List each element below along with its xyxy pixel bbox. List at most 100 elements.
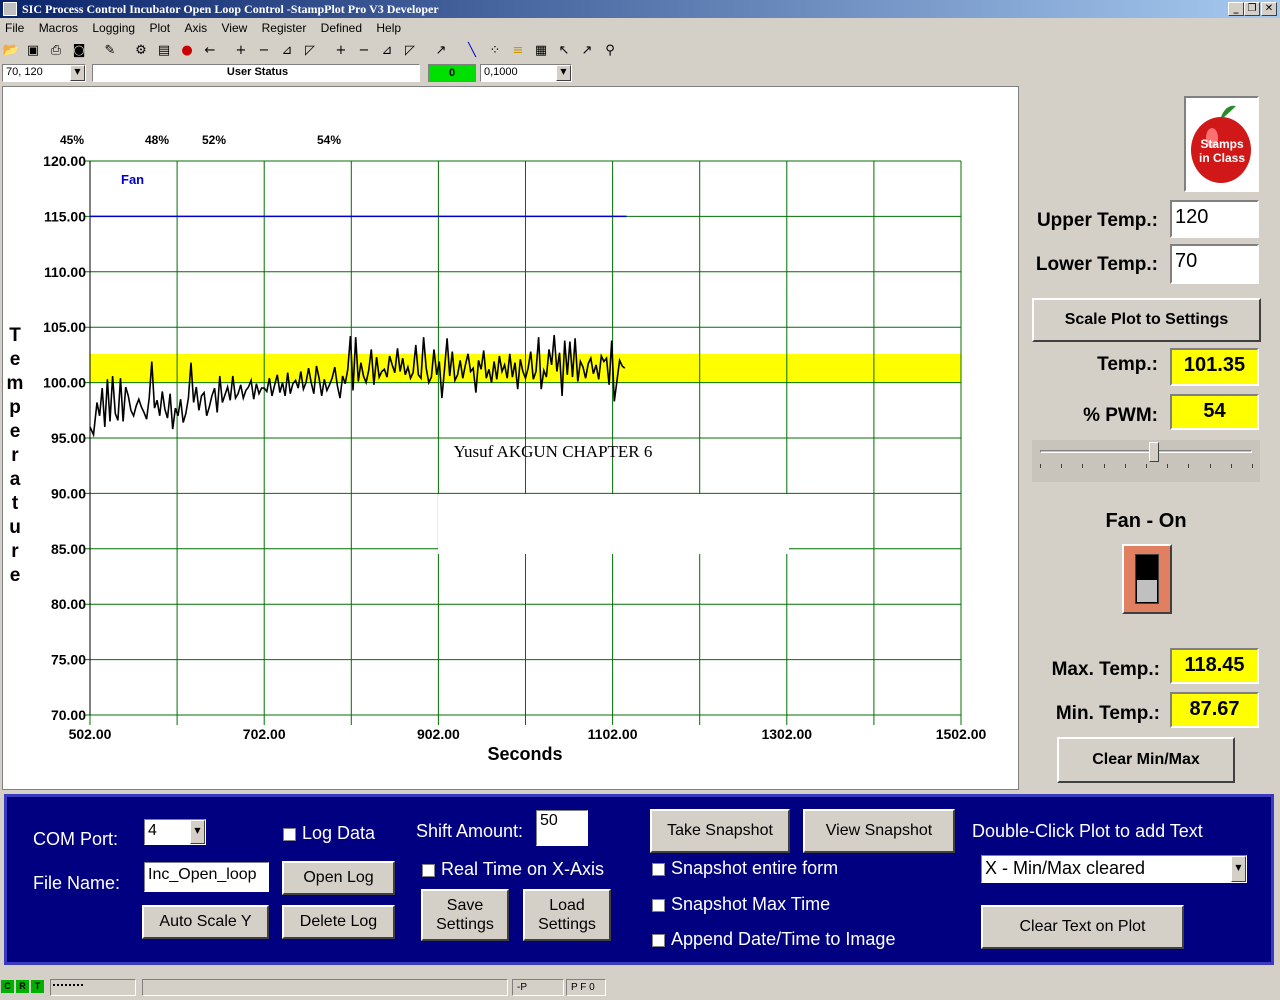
scale-select[interactable]: 0,1000 ▼	[480, 64, 572, 82]
snapshot-max-checkbox[interactable]: Snapshot Max Time	[652, 894, 830, 915]
display-icon[interactable]: ▤	[154, 41, 174, 61]
upper-temp-label: Upper Temp.:	[1036, 210, 1158, 231]
wand-icon[interactable]: ✎	[100, 41, 120, 61]
view-snapshot-button[interactable]: View Snapshot	[803, 809, 955, 853]
temperature-chart[interactable]: Yusuf AKGUN CHAPTER 6 Fan 45% 48% 52% 54…	[3, 87, 1018, 789]
shift-amount-input[interactable]: 50	[536, 810, 588, 846]
zoom-in-x-icon[interactable]: +	[231, 41, 251, 61]
y-axis-label-letter: r	[11, 445, 19, 466]
chevron-down-icon[interactable]: ▼	[70, 65, 85, 81]
span-y2-icon[interactable]: ◸	[400, 41, 420, 61]
trend-icon[interactable]: ↗	[577, 41, 597, 61]
menu-plot[interactable]: Plot	[144, 18, 176, 35]
span-x2-icon[interactable]: ◸	[300, 41, 320, 61]
zoom-in-y-icon[interactable]: +	[331, 41, 351, 61]
delete-log-button[interactable]: Delete Log	[282, 905, 395, 939]
back-arrow-icon[interactable]: ←	[200, 41, 220, 61]
y-axis-label-letter: t	[12, 493, 19, 514]
slider-thumb[interactable]	[1149, 442, 1160, 462]
checkbox-icon[interactable]	[652, 862, 665, 876]
camera-icon[interactable]: ◙	[69, 41, 89, 61]
clear-text-button[interactable]: Clear Text on Plot	[981, 905, 1184, 949]
save-settings-label: Save	[446, 897, 484, 914]
span-y-icon[interactable]: ⊿	[377, 41, 397, 61]
com-port-select[interactable]: 4 ▼	[144, 819, 206, 845]
menu-file[interactable]: File	[0, 18, 30, 35]
stop-icon[interactable]: ●	[177, 41, 197, 61]
chart-icon[interactable]: ↗	[431, 41, 451, 61]
connect-icon[interactable]: ⚙	[131, 41, 151, 61]
lower-temp-input[interactable]: 70	[1170, 244, 1259, 284]
span-x-icon[interactable]: ⊿	[277, 41, 297, 61]
snapshot-form-checkbox[interactable]: Snapshot entire form	[652, 858, 838, 879]
auto-scale-y-button[interactable]: Auto Scale Y	[142, 905, 269, 939]
checkbox-icon[interactable]	[652, 933, 665, 947]
temp-label: Temp.:	[1097, 354, 1158, 375]
y-axis-label-letter: r	[11, 541, 19, 562]
append-date-label: Append Date/Time to Image	[671, 929, 896, 949]
counter-value: 0	[448, 67, 456, 79]
range-select[interactable]: 70, 120 ▼	[2, 64, 86, 82]
chevron-down-icon[interactable]: ▼	[1231, 856, 1246, 882]
zoom-out-x-icon[interactable]: −	[254, 41, 274, 61]
indicator-c: C	[1, 980, 14, 993]
slider-tick	[1167, 464, 1169, 468]
pwm-percent-label: 48%	[145, 133, 169, 147]
file-name-input[interactable]: Inc_Open_loop	[144, 862, 269, 892]
range-value: 70, 120	[6, 66, 43, 78]
menu-axis[interactable]: Axis	[179, 18, 213, 35]
open-log-button[interactable]: Open Log	[282, 861, 395, 895]
buffer-meter	[50, 979, 136, 996]
y-tick-label: 90.00	[51, 485, 86, 501]
clear-min-max-button[interactable]: Clear Min/Max	[1057, 737, 1235, 783]
menu-logging[interactable]: Logging	[87, 18, 141, 35]
save-settings-button[interactable]: Save Settings	[421, 889, 509, 941]
slider-tick	[1040, 464, 1041, 468]
pen-icon[interactable]: ╲	[462, 41, 482, 61]
save-icon[interactable]: ▣	[23, 41, 43, 61]
checkbox-icon[interactable]	[283, 827, 296, 841]
chevron-down-icon[interactable]: ▼	[190, 820, 205, 844]
fan-switch-icon[interactable]	[1122, 544, 1172, 614]
pwm-label: % PWM:	[1083, 405, 1158, 426]
menu-defined[interactable]: Defined	[316, 18, 368, 35]
upper-temp-input[interactable]: 120	[1170, 200, 1259, 238]
search-icon[interactable]: ⚲	[600, 41, 620, 61]
menu-register[interactable]: Register	[257, 18, 313, 35]
print-icon[interactable]: ⎙	[46, 41, 66, 61]
pointer-icon[interactable]: ↖	[554, 41, 574, 61]
lower-temp-label: Lower Temp.:	[1035, 254, 1158, 275]
open-folder-icon[interactable]: 📂	[1, 41, 21, 61]
log-data-checkbox[interactable]: Log Data	[283, 823, 375, 844]
pwm-slider[interactable]	[1032, 440, 1260, 482]
chevron-down-icon[interactable]: ▼	[556, 65, 571, 81]
app-icon	[3, 2, 17, 16]
y-tick-label: 75.00	[51, 652, 86, 668]
menu-macros[interactable]: Macros	[34, 18, 84, 35]
scale-plot-button[interactable]: Scale Plot to Settings	[1032, 298, 1261, 342]
pwm-percent-label: 45%	[60, 133, 84, 147]
checkbox-icon[interactable]	[652, 898, 665, 912]
y-axis-label-letter: p	[9, 397, 21, 418]
highlight-icon[interactable]: ≡	[508, 41, 528, 61]
zoom-out-y-icon[interactable]: −	[354, 41, 374, 61]
plot-text-select[interactable]: X - Min/Max cleared ▼	[981, 855, 1247, 883]
x-tick-label: 902.00	[417, 726, 460, 742]
plot-area[interactable]: Yusuf AKGUN CHAPTER 6 Fan 45% 48% 52% 54…	[2, 86, 1019, 790]
restore-button[interactable]: ❐	[1244, 2, 1260, 16]
fan-status-label: Fan - On	[1105, 510, 1187, 532]
menu-view[interactable]: View	[216, 18, 253, 35]
slider-tick	[1252, 464, 1253, 468]
checkbox-icon[interactable]	[422, 863, 435, 877]
menu-help[interactable]: Help	[371, 18, 407, 35]
points-icon[interactable]: ⁘	[485, 41, 505, 61]
load-settings-label: Settings	[538, 916, 596, 933]
take-snapshot-button[interactable]: Take Snapshot	[650, 809, 790, 853]
append-date-checkbox[interactable]: Append Date/Time to Image	[652, 929, 895, 950]
minimize-button[interactable]: _	[1228, 2, 1244, 16]
slider-tick	[1146, 464, 1147, 468]
close-button[interactable]: ✕	[1261, 2, 1277, 16]
load-settings-button[interactable]: Load Settings	[523, 889, 611, 941]
calculator-icon[interactable]: ▦	[531, 41, 551, 61]
real-time-checkbox[interactable]: Real Time on X-Axis	[422, 859, 604, 880]
